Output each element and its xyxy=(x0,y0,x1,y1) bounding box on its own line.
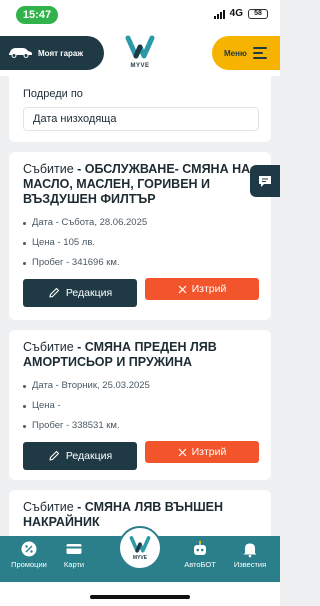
home-indicator[interactable] xyxy=(90,595,190,599)
event-title: Събитие - СМЯНА ПРЕДЕН ЛЯВ АМОРТИСЬОР И … xyxy=(23,340,257,370)
edit-label: Редакция xyxy=(65,450,113,462)
nav-notifications[interactable]: Известия xyxy=(227,540,273,569)
discount-badge-icon xyxy=(21,541,37,557)
card-icon xyxy=(66,544,82,554)
pencil-icon xyxy=(49,450,59,461)
event-mileage: Пробег - 341696 км. xyxy=(23,253,257,273)
status-bar: 15:47 4G 58 xyxy=(0,0,280,32)
delete-button[interactable]: Изтрий xyxy=(145,441,259,463)
event-title: Събитие - ОБСЛУЖВАНЕ- СМЯНА НА МАСЛО, МА… xyxy=(23,162,257,207)
nav-promotions-label: Промоции xyxy=(11,560,47,569)
menu-label: Меню xyxy=(224,48,247,58)
sort-select[interactable]: Дата низходяща xyxy=(23,107,259,131)
delete-label: Изтрий xyxy=(191,446,227,458)
nav-home-label: MYVE xyxy=(132,555,148,561)
delete-label: Изтрий xyxy=(191,283,227,295)
myve-logo[interactable]: MYVE xyxy=(122,34,158,74)
bell-icon xyxy=(243,543,257,558)
main-content[interactable]: Подреди по Дата низходяща Събитие - ОБСЛ… xyxy=(0,76,280,536)
menu-button[interactable]: Меню xyxy=(212,36,280,70)
hamburger-icon xyxy=(252,47,267,59)
event-price: Цена - 105 лв. xyxy=(23,233,257,253)
chat-tab[interactable] xyxy=(250,165,280,197)
robot-icon xyxy=(194,540,206,555)
event-details: Дата - Събота, 28.06.2025 Цена - 105 лв.… xyxy=(23,213,257,273)
nav-autobot-label: АвтоБОТ xyxy=(184,560,216,569)
home-indicator-area xyxy=(0,582,280,606)
my-garage-label: Моят гараж xyxy=(38,48,84,58)
nav-promotions[interactable]: Промоции xyxy=(6,540,52,569)
edit-label: Редакция xyxy=(65,287,113,299)
status-time: 15:47 xyxy=(16,6,58,24)
event-date: Дата - Събота, 28.06.2025 xyxy=(23,213,257,233)
event-date: Дата - Вторник, 25.03.2025 xyxy=(23,376,257,396)
signal-icon xyxy=(213,9,225,19)
event-card: Събитие - СМЯНА ПРЕДЕН ЛЯВ АМОРТИСЬОР И … xyxy=(9,330,271,480)
delete-button[interactable]: Изтрий xyxy=(145,278,259,300)
chat-icon xyxy=(259,175,271,187)
bottom-nav: Промоции Карти MYVE АвтоБОТ Известия xyxy=(0,526,280,582)
app-header: Моят гараж MYVE Меню xyxy=(0,32,280,76)
nav-notifications-label: Известия xyxy=(233,560,267,569)
sort-card: Подреди по Дата низходяща xyxy=(9,76,271,142)
event-prefix: Събитие xyxy=(23,340,74,354)
sort-label: Подреди по xyxy=(23,88,83,100)
nav-cards-label: Карти xyxy=(63,560,85,569)
logo-icon xyxy=(125,35,155,59)
nav-cards[interactable]: Карти xyxy=(51,540,97,569)
event-details: Дата - Вторник, 25.03.2025 Цена - Пробег… xyxy=(23,376,257,436)
nav-home[interactable]: MYVE xyxy=(118,526,162,570)
event-card: Събитие - ОБСЛУЖВАНЕ- СМЯНА НА МАСЛО, МА… xyxy=(9,152,271,320)
event-prefix: Събитие xyxy=(23,162,74,176)
logo-icon xyxy=(129,536,151,553)
edit-button[interactable]: Редакция xyxy=(23,442,137,470)
event-actions: Редакция Изтрий xyxy=(23,278,259,319)
event-actions: Редакция Изтрий xyxy=(23,441,259,482)
logo-text: MYVE xyxy=(130,63,150,69)
event-prefix: Събитие xyxy=(23,500,74,514)
network-type: 4G xyxy=(229,8,243,19)
edit-button[interactable]: Редакция xyxy=(23,279,137,307)
event-mileage: Пробег - 338531 км. xyxy=(23,416,257,436)
pencil-icon xyxy=(49,287,59,298)
nav-autobot[interactable]: АвтоБОТ xyxy=(177,540,223,569)
battery-level: 58 xyxy=(254,10,262,17)
close-icon xyxy=(178,285,187,293)
battery-icon: 58 xyxy=(248,8,268,19)
car-icon xyxy=(7,46,33,60)
status-indicators: 4G 58 xyxy=(213,8,268,19)
event-price: Цена - xyxy=(23,396,257,416)
my-garage-button[interactable]: Моят гараж xyxy=(0,36,104,70)
close-icon xyxy=(178,448,187,456)
